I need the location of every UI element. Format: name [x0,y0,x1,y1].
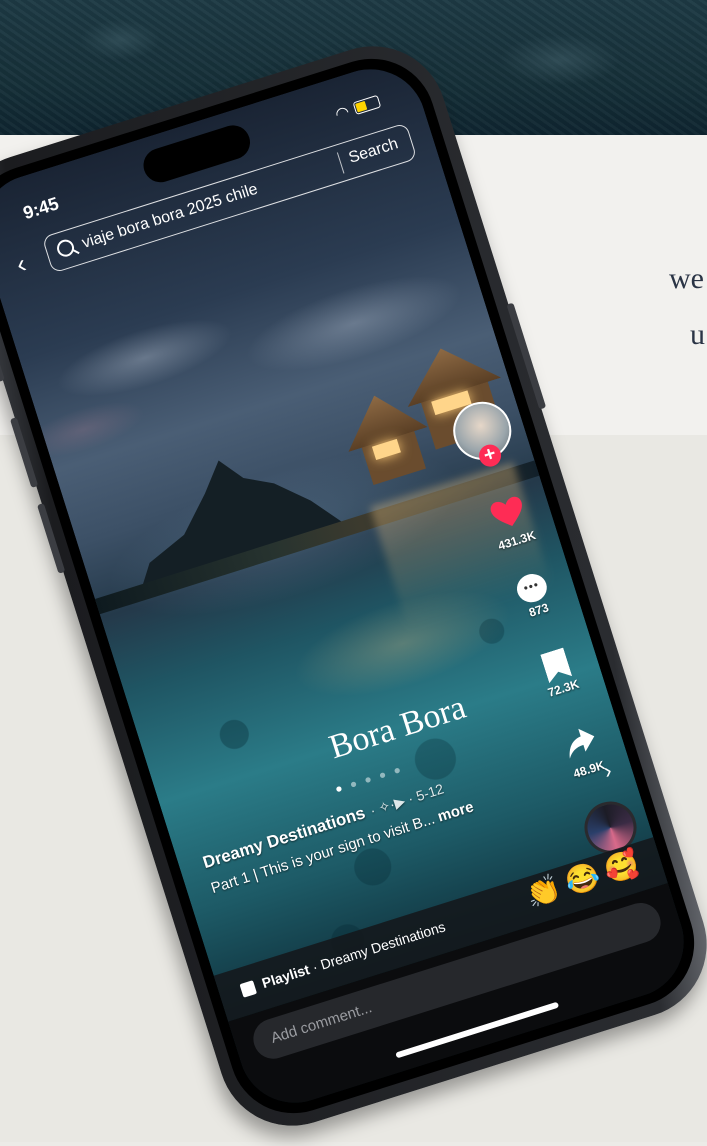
back-icon[interactable]: ‹ [12,248,29,279]
battery-icon [352,94,382,115]
playlist-icon [239,980,258,998]
video-bungalow [360,426,426,485]
search-icon [54,237,77,259]
status-time: 9:45 [20,193,62,224]
side-text-line2: u [690,318,705,351]
bookmark-icon [540,647,572,683]
playlist-label-text: Playlist [259,961,312,992]
comment-placeholder: Add comment... [268,999,375,1047]
wifi-icon: ◠ [333,103,352,124]
search-button[interactable]: Search [347,135,401,167]
action-button [0,345,5,383]
search-divider [336,152,345,174]
side-text-line1: we [669,262,704,295]
